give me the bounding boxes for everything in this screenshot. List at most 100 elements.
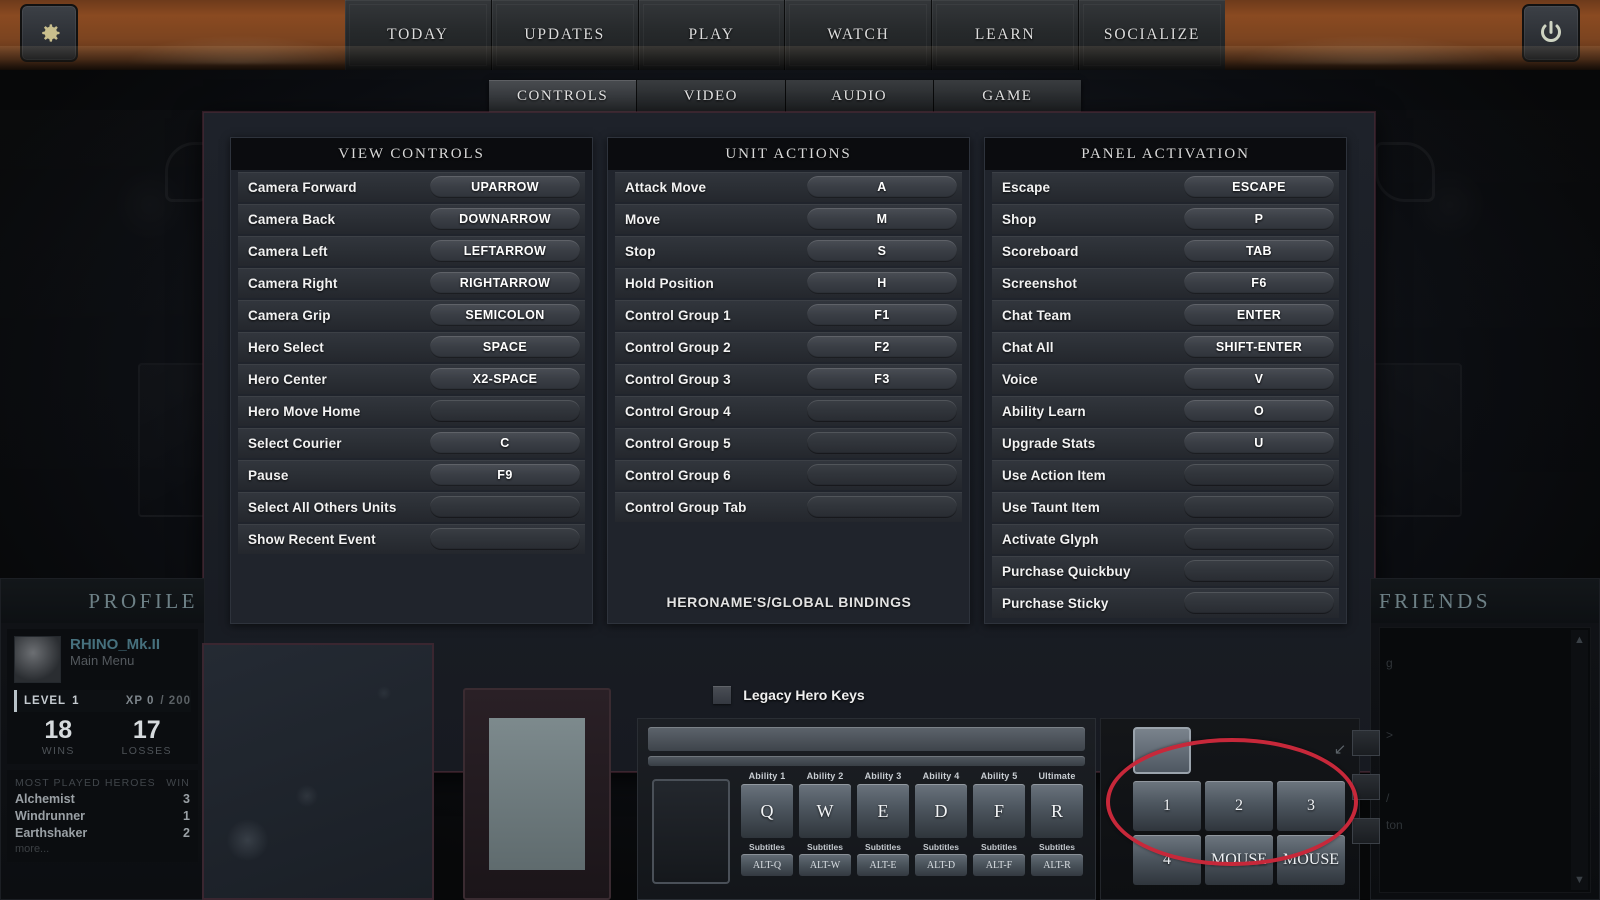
binding-row[interactable]: Hero Move Home [238, 396, 585, 426]
binding-key[interactable] [1184, 496, 1334, 518]
binding-row[interactable]: Upgrade Stats U [992, 428, 1339, 458]
courier-icon[interactable] [1352, 730, 1380, 756]
binding-row[interactable]: Camera Right RIGHTARROW [238, 268, 585, 298]
nav-item-updates[interactable]: UPDATES [491, 0, 639, 70]
binding-key[interactable]: S [807, 240, 957, 262]
binding-key[interactable]: SEMICOLON [430, 304, 580, 326]
ability-sub-key-button[interactable]: ALT-E [857, 854, 909, 876]
binding-key[interactable] [807, 464, 957, 486]
binding-row[interactable]: Chat Team ENTER [992, 300, 1339, 330]
binding-row[interactable]: Control Group 5 [615, 428, 962, 458]
stash-swap-icon[interactable]: ↙ [1331, 741, 1349, 759]
binding-row[interactable]: Shop P [992, 204, 1339, 234]
minimap[interactable] [202, 643, 434, 900]
binding-row[interactable]: Scoreboard TAB [992, 236, 1339, 266]
binding-row[interactable]: Control Group Tab [615, 492, 962, 522]
ability-sub-key-button[interactable]: ALT-R [1031, 854, 1083, 876]
binding-row[interactable]: Use Action Item [992, 460, 1339, 490]
nav-item-play[interactable]: PLAY [638, 0, 786, 70]
binding-row[interactable]: Control Group 6 [615, 460, 962, 490]
binding-key[interactable] [430, 496, 580, 518]
binding-row[interactable]: Camera Forward UPARROW [238, 172, 585, 202]
ability-key-button[interactable]: D [915, 784, 967, 838]
hero-row[interactable]: Earthshaker 2 [15, 826, 190, 840]
item-slot[interactable]: 3 [1277, 781, 1345, 831]
tab-video[interactable]: VIDEO [637, 80, 786, 113]
binding-key[interactable]: SPACE [430, 336, 580, 358]
binding-key[interactable]: P [1184, 208, 1334, 230]
binding-key[interactable]: DOWNARROW [430, 208, 580, 230]
binding-key[interactable] [807, 432, 957, 454]
ability-key-button[interactable]: F [973, 784, 1025, 838]
binding-row[interactable]: Camera Left LEFTARROW [238, 236, 585, 266]
binding-row[interactable]: Use Taunt Item [992, 492, 1339, 522]
binding-row[interactable]: Hero Select SPACE [238, 332, 585, 362]
binding-key[interactable]: UPARROW [430, 176, 580, 198]
binding-key[interactable]: TAB [1184, 240, 1334, 262]
binding-row[interactable]: Control Group 4 [615, 396, 962, 426]
binding-key[interactable]: F3 [807, 368, 957, 390]
ability-sub-key-button[interactable]: ALT-W [799, 854, 851, 876]
binding-row[interactable]: Activate Glyph [992, 524, 1339, 554]
binding-key[interactable] [430, 528, 580, 550]
binding-row[interactable]: Select Courier C [238, 428, 585, 458]
scroll-down-icon[interactable]: ▼ [1574, 874, 1585, 886]
ability-key-button[interactable]: E [857, 784, 909, 838]
legacy-hero-keys-checkbox[interactable] [713, 686, 732, 704]
binding-row[interactable]: Ability Learn O [992, 396, 1339, 426]
binding-key[interactable]: O [1184, 400, 1334, 422]
binding-key[interactable]: H [807, 272, 957, 294]
binding-row[interactable]: Stop S [615, 236, 962, 266]
binding-key[interactable]: ENTER [1184, 304, 1334, 326]
ability-sub-key-button[interactable]: ALT-D [915, 854, 967, 876]
binding-key[interactable] [807, 400, 957, 422]
power-button[interactable] [1522, 4, 1580, 62]
binding-key[interactable]: F1 [807, 304, 957, 326]
friends-list[interactable]: g > / ton ▲ ▼ [1379, 627, 1591, 893]
binding-row[interactable]: Select All Others Units [238, 492, 585, 522]
binding-row[interactable]: Show Recent Event [238, 524, 585, 554]
most-played-more-link[interactable]: more... [15, 843, 190, 855]
binding-key[interactable]: LEFTARROW [430, 240, 580, 262]
binding-row[interactable]: Attack Move A [615, 172, 962, 202]
ability-sub-key-button[interactable]: ALT-Q [741, 854, 793, 876]
item-slot[interactable]: MOUSE [1205, 835, 1273, 885]
tab-controls[interactable]: CONTROLS [489, 80, 638, 113]
binding-key[interactable]: RIGHTARROW [430, 272, 580, 294]
nav-item-watch[interactable]: WATCH [785, 0, 933, 70]
binding-key[interactable] [807, 496, 957, 518]
binding-row[interactable]: Control Group 2 F2 [615, 332, 962, 362]
binding-row[interactable]: Control Group 3 F3 [615, 364, 962, 394]
settings-gear-button[interactable] [20, 4, 78, 62]
tab-audio[interactable]: AUDIO [785, 80, 934, 113]
hero-row[interactable]: Windrunner 1 [15, 809, 190, 823]
ability-sub-key-button[interactable]: ALT-F [973, 854, 1025, 876]
binding-key[interactable]: ESCAPE [1184, 176, 1334, 198]
binding-key[interactable] [1184, 560, 1334, 582]
profile-player-name[interactable]: RHINO_Mk.II [70, 636, 160, 653]
hero-row[interactable]: Alchemist 3 [15, 792, 190, 806]
binding-row[interactable]: Voice V [992, 364, 1339, 394]
ability-key-button[interactable]: W [799, 784, 851, 838]
binding-key[interactable] [1184, 464, 1334, 486]
binding-key[interactable]: X2-SPACE [430, 368, 580, 390]
scan-icon[interactable] [1352, 818, 1380, 844]
binding-key[interactable]: F2 [807, 336, 957, 358]
binding-key[interactable]: V [1184, 368, 1334, 390]
binding-key[interactable]: SHIFT-ENTER [1184, 336, 1334, 358]
scroll-up-icon[interactable]: ▲ [1574, 634, 1585, 646]
binding-row[interactable]: Hold Position H [615, 268, 962, 298]
binding-key[interactable]: U [1184, 432, 1334, 454]
nav-item-learn[interactable]: LEARN [932, 0, 1080, 70]
item-slot[interactable]: MOUSE [1277, 835, 1345, 885]
binding-row[interactable]: Hero Center X2-SPACE [238, 364, 585, 394]
binding-key[interactable]: M [807, 208, 957, 230]
ability-key-button[interactable]: R [1031, 784, 1083, 838]
binding-key[interactable]: F9 [430, 464, 580, 486]
binding-key[interactable]: C [430, 432, 580, 454]
binding-row[interactable]: Screenshot F6 [992, 268, 1339, 298]
binding-row[interactable]: Control Group 1 F1 [615, 300, 962, 330]
item-slot[interactable]: 4 [1133, 835, 1201, 885]
binding-row[interactable]: Move M [615, 204, 962, 234]
glyph-icon[interactable] [1352, 774, 1380, 800]
